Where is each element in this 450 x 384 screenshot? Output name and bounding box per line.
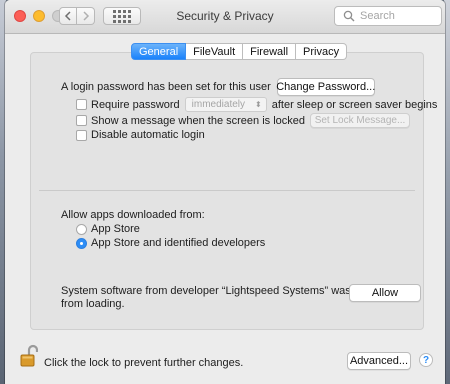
footer-bar: Click the lock to prevent further change… bbox=[5, 340, 445, 384]
preferences-window: Security & Privacy Search A login passwo… bbox=[5, 0, 445, 384]
search-placeholder: Search bbox=[360, 10, 395, 22]
tab-general[interactable]: General bbox=[131, 43, 187, 60]
show-message-label: Show a message when the screen is locked bbox=[91, 114, 306, 127]
show-all-grid-icon bbox=[113, 9, 131, 23]
chevron-right-icon bbox=[82, 11, 89, 21]
disable-auto-login-row: Disable automatic login bbox=[76, 129, 205, 141]
login-status-text: A login password has been set for this u… bbox=[61, 81, 271, 93]
disable-auto-login-checkbox[interactable] bbox=[76, 129, 87, 141]
password-interval-select[interactable]: immediately ⬍ bbox=[184, 97, 267, 112]
settings-panel: A login password has been set for this u… bbox=[30, 52, 437, 330]
downloads-heading-row: Allow apps downloaded from: bbox=[61, 209, 205, 221]
disable-auto-login-label: Disable automatic login bbox=[91, 129, 205, 141]
set-lock-message-button[interactable]: Set Lock Message... bbox=[310, 113, 411, 128]
require-password-suffix: after sleep or screen saver begins bbox=[271, 98, 438, 111]
blocked-message-line2: from loading. bbox=[61, 298, 125, 310]
chevron-left-icon bbox=[64, 11, 71, 21]
chevron-updown-icon: ⬍ bbox=[255, 99, 262, 109]
downloads-heading: Allow apps downloaded from: bbox=[61, 209, 205, 221]
help-button[interactable]: ? bbox=[419, 353, 433, 367]
blocked-message-line1: System software from developer “Lightspe… bbox=[61, 285, 392, 297]
blocked-notice: System software from developer “Lightspe… bbox=[61, 285, 392, 311]
search-icon bbox=[343, 10, 355, 22]
unlocked-lock-icon[interactable] bbox=[20, 344, 38, 368]
search-field[interactable]: Search bbox=[334, 6, 442, 26]
radio-app-store-label: App Store bbox=[91, 223, 140, 235]
tab-filevault[interactable]: FileVault bbox=[186, 43, 244, 60]
login-status-row: A login password has been set for this u… bbox=[61, 78, 375, 96]
require-password-checkbox[interactable] bbox=[76, 99, 87, 110]
show-message-checkbox[interactable] bbox=[76, 115, 87, 126]
radio-app-store[interactable] bbox=[76, 223, 87, 235]
require-password-row: Require password immediately ⬍ after sle… bbox=[76, 97, 437, 112]
tab-firewall[interactable]: Firewall bbox=[243, 43, 297, 60]
tab-bar: General FileVault Firewall Privacy bbox=[131, 43, 348, 60]
minimize-window-button[interactable] bbox=[33, 10, 45, 22]
close-window-button[interactable] bbox=[14, 10, 26, 22]
password-interval-value: immediately bbox=[191, 99, 246, 110]
change-password-button[interactable]: Change Password... bbox=[276, 78, 375, 96]
advanced-button[interactable]: Advanced... bbox=[347, 352, 411, 370]
show-message-row: Show a message when the screen is locked… bbox=[76, 113, 411, 128]
radio-app-store-row[interactable]: App Store bbox=[76, 223, 140, 235]
require-password-label: Require password bbox=[91, 98, 180, 111]
radio-identified-developers-label: App Store and identified developers bbox=[91, 237, 266, 249]
title-bar: Security & Privacy Search bbox=[5, 0, 445, 34]
section-divider bbox=[39, 190, 415, 191]
allow-button[interactable]: Allow bbox=[349, 284, 421, 302]
show-all-button[interactable] bbox=[103, 7, 141, 25]
radio-identified-developers[interactable] bbox=[76, 237, 87, 249]
forward-button[interactable] bbox=[77, 7, 95, 25]
back-button[interactable] bbox=[59, 7, 77, 25]
lock-hint-text: Click the lock to prevent further change… bbox=[44, 357, 244, 369]
tab-privacy[interactable]: Privacy bbox=[296, 43, 348, 60]
radio-identified-devs-row[interactable]: App Store and identified developers bbox=[76, 237, 265, 249]
